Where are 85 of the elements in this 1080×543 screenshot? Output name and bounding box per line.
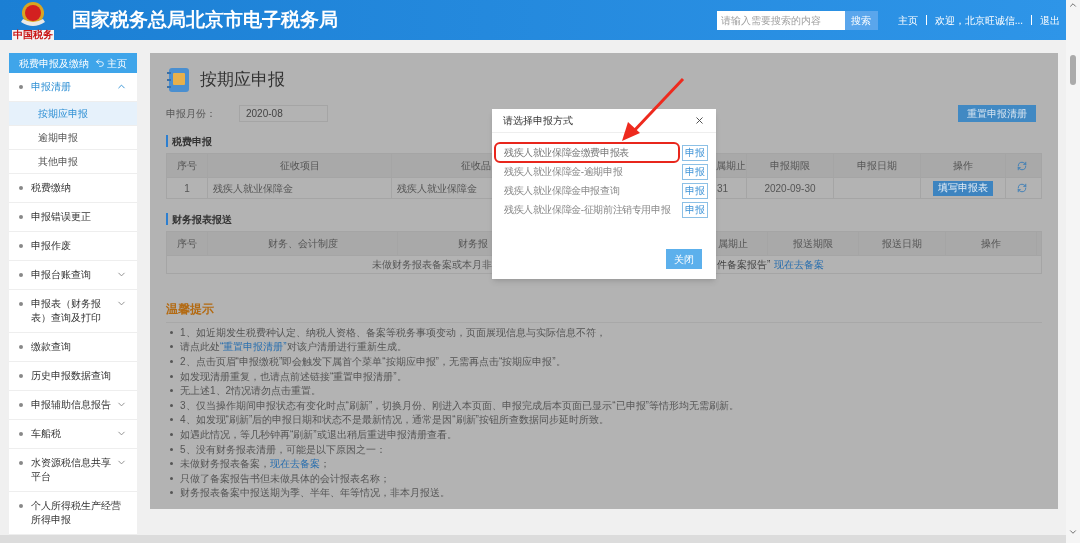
register-link[interactable]: 现在去备案 (774, 257, 825, 272)
declare-button[interactable]: 申报 (682, 201, 708, 218)
site-title: 国家税务总局北京市电子税务局 (72, 7, 338, 32)
search-field[interactable]: 请输入需要搜索的内容 (716, 10, 845, 30)
home-link[interactable]: 主页 (95, 55, 127, 71)
column-header: 征收项目 (279, 159, 320, 173)
notebook-icon (166, 67, 190, 93)
column-header: 征收品 (461, 159, 491, 173)
sidebar-item[interactable]: 申报表（财务报表）查询及打印 (9, 290, 137, 333)
sidebar-item[interactable]: 申报作废 (9, 232, 137, 261)
tip-text: 无上述1、2情况请勿点击重置。 (180, 384, 322, 399)
option-label: 残疾人就业保障金-征期前注销专用申报 (503, 203, 672, 216)
column-header: 财务报 (457, 237, 488, 251)
column-header: 财务、会计制度 (267, 237, 338, 251)
month-field[interactable]: 2020-08 (239, 104, 328, 122)
tip-link[interactable]: “重置申报清册” (220, 339, 287, 355)
table-cell-text: 2020-09-30 (764, 181, 816, 196)
tip-text: ； (320, 457, 330, 472)
column-header: 序号 (177, 159, 197, 173)
column-header: 序号 (177, 237, 197, 251)
page-title: 按期应申报 (200, 69, 285, 92)
column-header: 操作 (953, 159, 973, 173)
tip-text: 如发现清册重复，也请点前述链接“重置申报清册”。 (180, 369, 407, 384)
column-header: 属期止 (716, 159, 746, 173)
column-header: 申报日期 (857, 159, 897, 173)
sidebar-subitem[interactable]: 按期应申报 (9, 102, 137, 126)
header-link[interactable]: 欢迎，北京旺诚信... (934, 12, 1023, 28)
close-icon[interactable] (694, 115, 705, 126)
section-title: 税费申报 (172, 134, 212, 149)
sidebar-item[interactable]: 申报台账查询 (9, 261, 137, 290)
tips-title: 温馨提示 (166, 302, 214, 316)
scroll-up-icon[interactable] (1068, 0, 1078, 10)
tip-text: 未做财务报表备案， (180, 457, 270, 472)
month-label: 申报月份： (166, 106, 216, 121)
option-label: 残疾人就业保障金申报查询 (503, 184, 621, 197)
table-cell-text: 残疾人就业保障金 (213, 181, 293, 196)
sidebar-item[interactable]: 申报辅助信息报告 (9, 391, 137, 420)
search-button[interactable]: 搜索 (844, 10, 878, 30)
tip-text: 财务报表备案中报送期为季、半年、年等情况，非本月报送。 (180, 486, 450, 501)
section-title: 财务报表报送 (172, 212, 232, 227)
close-button[interactable]: 关闭 (666, 249, 702, 269)
declare-button[interactable]: 申报 (682, 182, 708, 199)
reset-list-button[interactable]: 重置申报清册 (958, 104, 1036, 122)
tip-text: 对该户清册进行重新生成。 (286, 340, 407, 355)
dialog-title: 请选择申报方式 (503, 114, 573, 128)
arrow-drawing (620, 77, 686, 143)
sidebar-subitem[interactable]: 逾期申报 (9, 126, 137, 150)
tip-text: 4、如发现“刷新”后的申报日期和状态不是最新情况，通常是因“刷新”按钮所查数据同步延时所致。 (180, 413, 609, 428)
refresh-icon[interactable] (1016, 160, 1027, 171)
column-header: 申报期限 (770, 159, 810, 173)
tip-text: 请点此处 (180, 340, 220, 355)
sidebar-item[interactable]: 历史申报数据查询 (9, 362, 137, 391)
column-header: 属期止 (718, 237, 748, 251)
option-label: 残疾人就业保障金-逾期申报 (503, 165, 624, 178)
scrollbar-thumb[interactable] (1070, 55, 1076, 85)
logo-text: 中国税务 (12, 30, 54, 40)
sidebar-subitem[interactable]: 其他申报 (9, 150, 137, 174)
table-cell-text: 1 (184, 181, 190, 196)
declare-button[interactable]: 申报 (682, 144, 708, 161)
declare-button[interactable]: 申报 (682, 163, 708, 180)
column-header: 报送期限 (793, 237, 833, 251)
sidebar-item[interactable]: 缴款查询 (9, 333, 137, 362)
fill-form-button[interactable]: 填写申报表 (933, 180, 993, 196)
sidebar-item[interactable]: 申报错误更正 (9, 203, 137, 232)
sidebar-item[interactable]: 水资源税信息共享平台 (9, 449, 137, 492)
header-link[interactable]: 退出 (1040, 12, 1060, 28)
table-message: 件备案报告” (717, 258, 771, 272)
table-message: 未做财务报表备案或本月非 (371, 258, 492, 272)
scroll-down-icon[interactable] (1068, 527, 1078, 537)
refresh-icon[interactable] (1016, 183, 1027, 193)
tip-link[interactable]: 现在去备案 (270, 456, 320, 472)
header-link[interactable]: 主页 (897, 12, 918, 28)
sidebar-item[interactable]: 车船税 (9, 420, 137, 449)
tip-text: 2、点击页眉“申报缴税”即会触发下属首个菜单“按期应申报”，无需再点击“按期应申报”。 (180, 355, 566, 369)
back-icon (95, 58, 105, 68)
table-cell-text: 残疾人就业保障金 (397, 181, 477, 196)
column-header: 操作 (981, 237, 1001, 251)
tip-text: 如遇此情况，等几秒钟再“刷新”或退出稍后重进申报清册查看。 (180, 427, 457, 442)
column-header: 报送日期 (882, 237, 922, 251)
tip-text: 3、仅当操作期间申报状态有变化时点“刷新”，切换月份、刚进入本页面、申报完成后本页面已显示“已申报”等情形均无需刷新。 (180, 398, 739, 413)
sidebar-item[interactable]: 税费缴纳 (9, 174, 137, 203)
tip-text: 1、如近期发生税费种认定、纳税人资格、备案等税务事项变动，页面展现信息与实际信息不符， (180, 325, 606, 340)
tip-text: 只做了备案报告书但未做具体的会计报表名称； (180, 471, 390, 486)
sidebar-title: 税费申报及缴纳 (19, 56, 89, 71)
table-cell-text: 31 (717, 181, 729, 196)
